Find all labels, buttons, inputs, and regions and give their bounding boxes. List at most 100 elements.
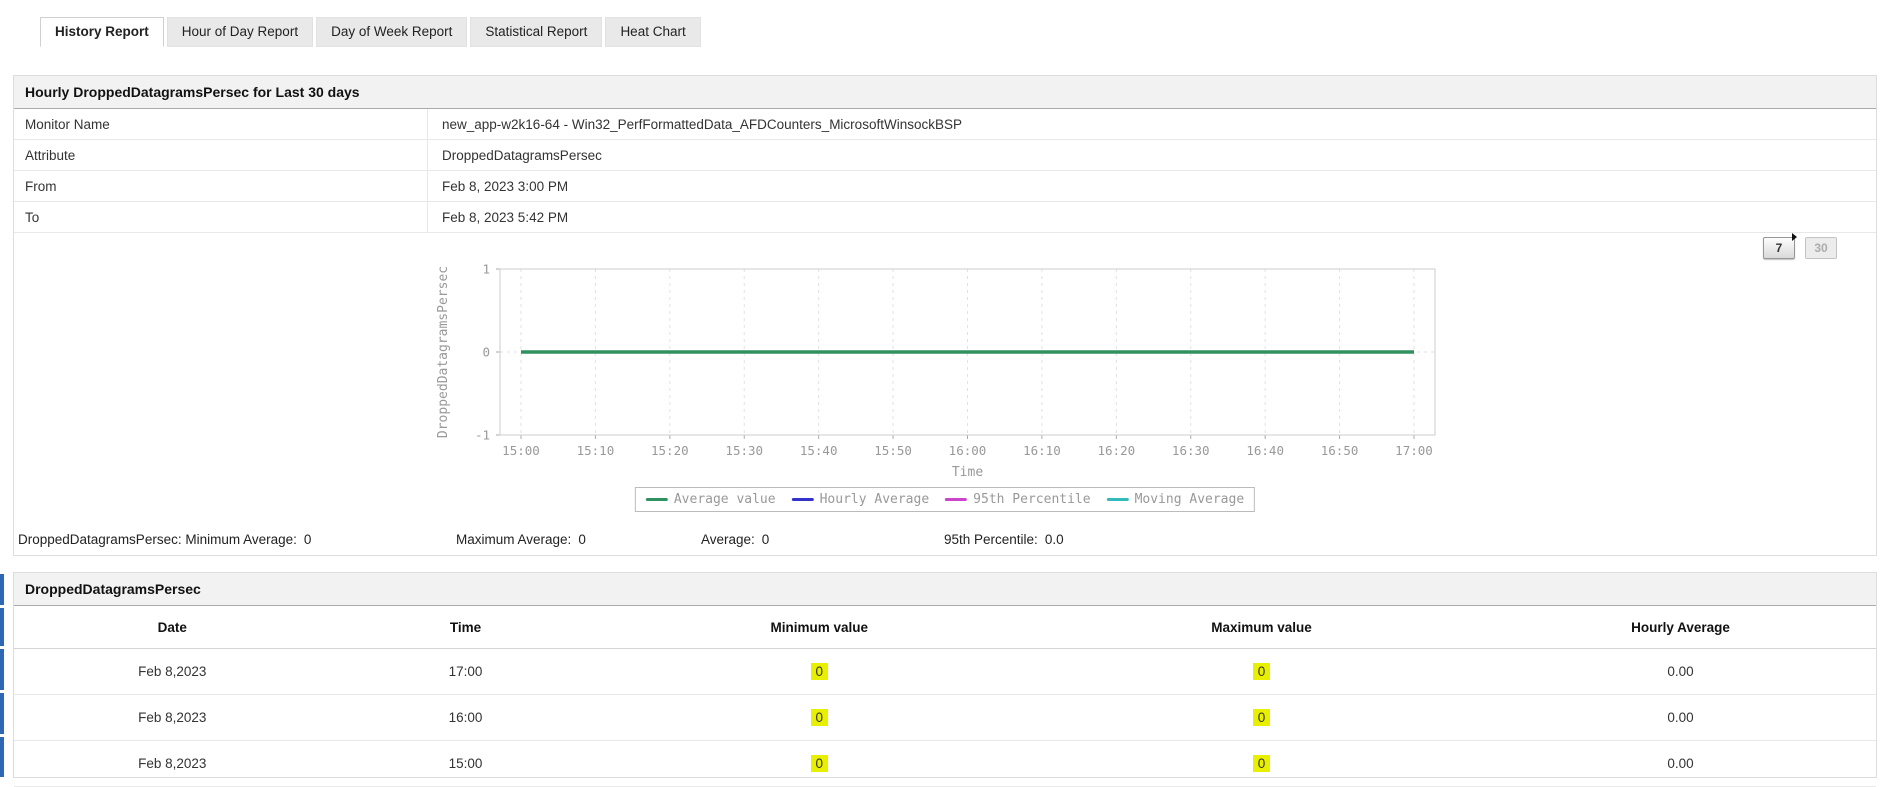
chart-range-buttons: 7 30: [1763, 233, 1837, 259]
column-header-time: Time: [330, 606, 601, 649]
info-value: DroppedDatagramsPersec: [442, 147, 602, 163]
svg-text:Time: Time: [952, 465, 983, 480]
tab-day-of-week-report[interactable]: Day of Week Report: [316, 17, 468, 47]
svg-text:15:40: 15:40: [800, 443, 838, 458]
table-header-row: Date Time Minimum value Maximum value Hourly…: [14, 606, 1876, 649]
summary-label: Maximum Average:: [456, 532, 572, 547]
svg-text:DroppedDatagramsPersec: DroppedDatagramsPersec: [436, 266, 451, 438]
cell-max: 0: [1038, 740, 1485, 787]
svg-text:15:20: 15:20: [651, 443, 689, 458]
summary-label: 95th Percentile:: [944, 532, 1038, 547]
accent-bar: [0, 574, 4, 605]
info-value: Feb 8, 2023 5:42 PM: [442, 209, 569, 225]
panel-left-accent: [0, 574, 4, 777]
dropdown-arrow-icon: [1792, 233, 1797, 241]
table-row: Feb 8,2023 17:00 0 0 0.00: [14, 648, 1876, 695]
summary-label: Average:: [701, 532, 755, 547]
summary-value: 0.0: [1044, 532, 1064, 547]
legend-item: 95th Percentile: [945, 492, 1091, 507]
svg-text:1: 1: [482, 262, 490, 277]
summary-item: DroppedDatagramsPersec: Minimum Average:…: [18, 532, 311, 547]
info-label: From: [14, 171, 428, 201]
legend-item: Moving Average: [1106, 492, 1245, 507]
report-info-row: From Feb 8, 2023 3:00 PM: [14, 171, 1876, 202]
report-info-row: To Feb 8, 2023 5:42 PM: [14, 202, 1876, 233]
table-row: Feb 8,2023 15:00 0 0 0.00: [14, 740, 1876, 787]
history-chart: 15:00 15:10 15:20 15:30 15:40 15:50 16:00 16:10…: [436, 262, 1436, 480]
chart-summary-row: DroppedDatagramsPersec: Minimum Average:…: [14, 532, 1876, 554]
accent-bar: [0, 649, 4, 690]
cell-max: 0: [1038, 648, 1485, 695]
summary-value: 0: [578, 532, 586, 547]
highlighted-value: 0: [810, 709, 829, 726]
accent-bar: [0, 608, 4, 646]
range-30-days-button[interactable]: 30: [1805, 237, 1837, 259]
summary-item: Maximum Average: 0: [456, 532, 586, 547]
svg-text:16:00: 16:00: [949, 443, 987, 458]
cell-min: 0: [600, 648, 1039, 695]
cell-date: Feb 8,2023: [14, 740, 331, 787]
legend-swatch-icon: [1106, 498, 1129, 501]
cell-time: 17:00: [330, 648, 601, 695]
accent-bar: [0, 737, 4, 777]
range-7-days-button[interactable]: 7: [1763, 233, 1797, 259]
history-report-panel: Hourly DroppedDatagramsPersec for Last 3…: [13, 75, 1877, 556]
svg-text:15:30: 15:30: [725, 443, 763, 458]
summary-item: 95th Percentile: 0.0: [944, 532, 1064, 547]
summary-label: DroppedDatagramsPersec: Minimum Average:: [18, 532, 297, 547]
tab-hour-of-day-report[interactable]: Hour of Day Report: [166, 17, 314, 47]
column-header-minimum-value: Minimum value: [600, 606, 1039, 649]
cell-min: 0: [600, 694, 1039, 741]
tab-heat-chart[interactable]: Heat Chart: [605, 17, 701, 47]
report-info-row: Monitor Name new_app-w2k16-64 - Win32_Per…: [14, 109, 1876, 140]
data-table-panel: DroppedDatagramsPersec Date Time Minimum v…: [13, 572, 1877, 787]
svg-text:16:30: 16:30: [1172, 443, 1210, 458]
report-tab-bar: History Report Hour of Day Report Day of W…: [40, 17, 701, 47]
info-label: Monitor Name: [14, 109, 428, 139]
column-header-date: Date: [14, 606, 331, 649]
cell-time: 15:00: [330, 740, 601, 787]
info-label: Attribute: [14, 140, 428, 170]
svg-text:16:50: 16:50: [1321, 443, 1359, 458]
legend-item: Average value: [645, 492, 776, 507]
svg-text:15:10: 15:10: [577, 443, 615, 458]
chart-legend: Average value Hourly Average 95th Percenti…: [634, 487, 1256, 512]
cell-hourly-average: 0.00: [1484, 694, 1876, 741]
cell-min: 0: [600, 740, 1039, 787]
svg-text:17:00: 17:00: [1395, 443, 1433, 458]
svg-text:0: 0: [482, 345, 490, 360]
legend-label: 95th Percentile: [973, 492, 1091, 507]
info-label: To: [14, 202, 428, 232]
cell-date: Feb 8,2023: [14, 694, 331, 741]
svg-text:16:10: 16:10: [1023, 443, 1061, 458]
svg-text:-1: -1: [475, 428, 490, 443]
tab-statistical-report[interactable]: Statistical Report: [470, 17, 603, 47]
report-panel-title: Hourly DroppedDatagramsPersec for Last 3…: [14, 76, 1876, 109]
legend-swatch-icon: [791, 498, 814, 501]
accent-bar: [0, 693, 4, 734]
chart-section: 7 30 15:00 15:10 15:20 15:30 15:40 15:50 16:00 1…: [14, 233, 1876, 555]
tab-history-report[interactable]: History Report: [40, 17, 164, 47]
highlighted-value: 0: [1252, 709, 1271, 726]
highlighted-value: 0: [1252, 663, 1271, 680]
svg-text:16:20: 16:20: [1098, 443, 1136, 458]
hourly-values-table: Date Time Minimum value Maximum value Hourly…: [14, 606, 1876, 787]
svg-text:16:40: 16:40: [1246, 443, 1284, 458]
summary-value: 0: [303, 532, 312, 547]
info-value: Feb 8, 2023 3:00 PM: [442, 178, 569, 194]
legend-swatch-icon: [945, 498, 968, 501]
table-panel-title: DroppedDatagramsPersec: [14, 573, 1876, 606]
column-header-hourly-average: Hourly Average: [1484, 606, 1876, 649]
cell-max: 0: [1038, 694, 1485, 741]
legend-swatch-icon: [645, 498, 668, 501]
legend-label: Moving Average: [1134, 492, 1245, 507]
highlighted-value: 0: [810, 755, 829, 772]
summary-item: Average: 0: [701, 532, 769, 547]
cell-hourly-average: 0.00: [1484, 648, 1876, 695]
info-value: new_app-w2k16-64 - Win32_PerfFormattedDa…: [442, 116, 962, 132]
cell-hourly-average: 0.00: [1484, 740, 1876, 787]
highlighted-value: 0: [810, 663, 829, 680]
report-info-row: Attribute DroppedDatagramsPersec: [14, 140, 1876, 171]
summary-value: 0: [761, 532, 770, 547]
column-header-maximum-value: Maximum value: [1038, 606, 1485, 649]
